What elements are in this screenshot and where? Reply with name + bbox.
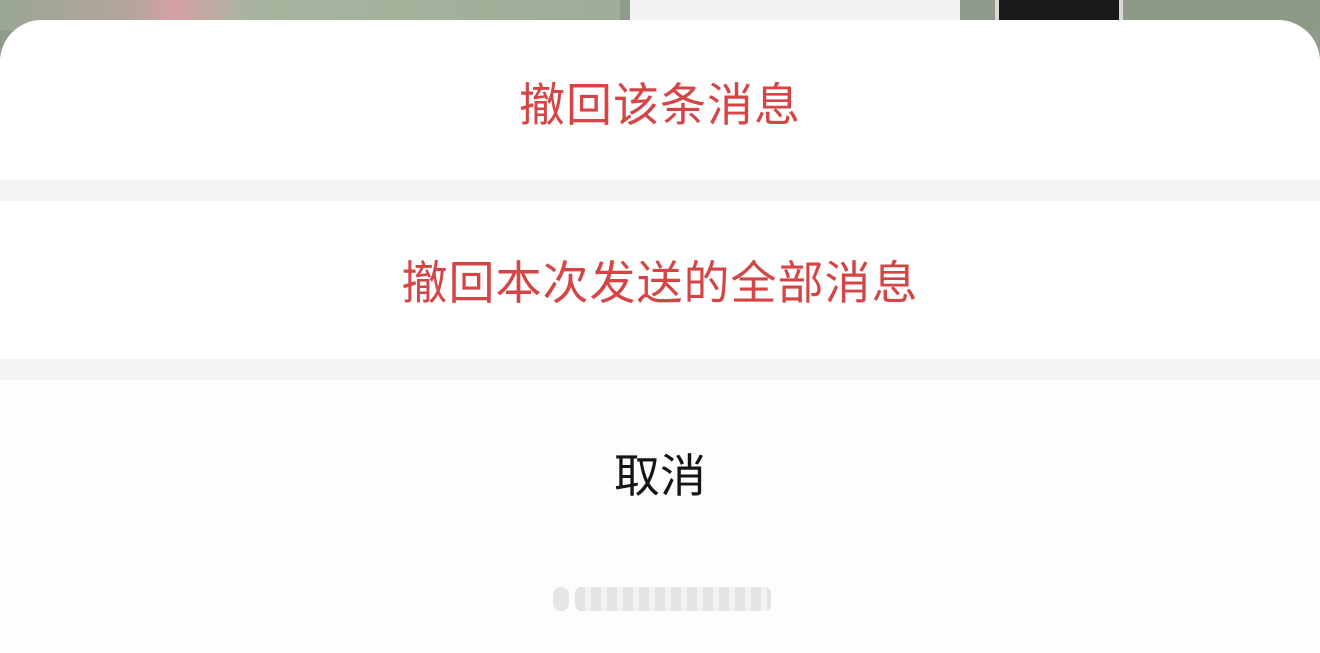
- action-sheet: 撤回该条消息 撤回本次发送的全部消息 取消: [0, 20, 1320, 653]
- cancel-button[interactable]: 取消: [0, 380, 1320, 653]
- recall-all-messages-label: 撤回本次发送的全部消息: [401, 256, 919, 310]
- home-indicator-bar: [575, 587, 771, 611]
- recall-all-messages-button[interactable]: 撤回本次发送的全部消息: [0, 201, 1320, 359]
- cancel-label: 取消: [614, 449, 706, 503]
- home-indicator-pill: [553, 587, 569, 611]
- home-indicator: [553, 586, 771, 612]
- recall-this-message-button[interactable]: 撤回该条消息: [0, 20, 1320, 180]
- recall-this-message-label: 撤回该条消息: [519, 77, 801, 132]
